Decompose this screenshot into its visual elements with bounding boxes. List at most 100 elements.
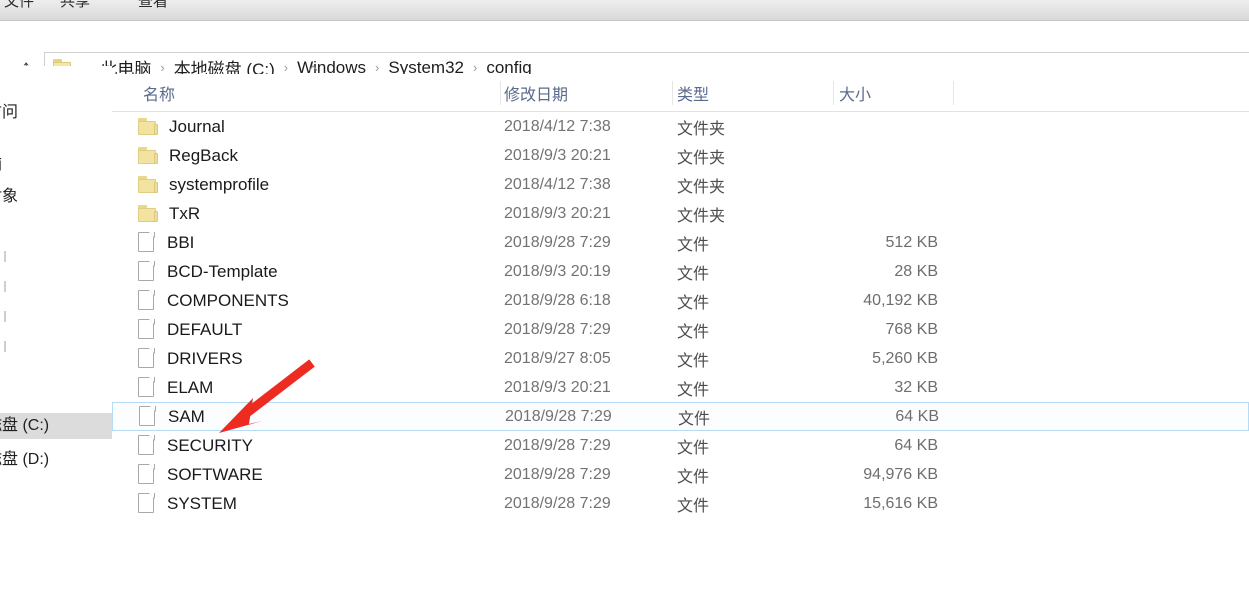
file-row[interactable]: COMPONENTS 2018/9/28 6:18 文件 40,192 KB: [112, 286, 1249, 315]
file-date-modified: 2018/9/3 20:21: [504, 146, 611, 164]
file-name-label: Journal: [169, 116, 225, 136]
file-size: 64 KB: [895, 407, 939, 425]
breadcrumb-separator: ›: [283, 60, 289, 75]
file-size: 28 KB: [894, 262, 938, 280]
file-name-label: TxR: [169, 203, 201, 223]
file-row[interactable]: DRIVERS 2018/9/27 8:05 文件 5,260 KB: [112, 344, 1249, 373]
file-name-cell: SECURITY: [138, 431, 253, 460]
file-name-cell: DRIVERS: [138, 344, 243, 373]
file-size: 64 KB: [894, 436, 938, 454]
file-icon: [138, 348, 155, 369]
file-date-modified: 2018/4/12 7:38: [504, 117, 611, 135]
sidebar-item-quick-access[interactable]: 访问: [0, 100, 18, 126]
ribbon-tab-strip: 文件 共享 查看: [0, 0, 1249, 21]
file-row[interactable]: systemprofile 2018/4/12 7:38 文件夹: [112, 170, 1249, 199]
file-icon: [138, 261, 155, 282]
file-name-label: COMPONENTS: [167, 290, 289, 310]
file-name-label: SYSTEM: [167, 493, 237, 513]
file-row[interactable]: SAM 2018/9/28 7:29 文件 64 KB: [112, 402, 1249, 431]
file-icon: [138, 435, 155, 456]
file-name-label: systemprofile: [169, 174, 270, 194]
file-type: 文件: [677, 468, 710, 486]
column-header-date-modified[interactable]: 修改日期: [504, 74, 568, 112]
file-name-label: DEFAULT: [167, 319, 243, 339]
file-name-cell: BCD-Template: [138, 257, 278, 286]
file-type: 文件: [677, 381, 710, 399]
file-icon: [139, 406, 156, 427]
file-type: 文件: [677, 352, 710, 370]
sidebar-item-this-pc[interactable]: 脑: [0, 152, 2, 178]
sidebar-item-local-disk-c[interactable]: 磁盘 (C:): [0, 413, 49, 439]
file-icon: [138, 290, 155, 311]
folder-icon: [138, 147, 158, 164]
sidebar-item-local-disk-d[interactable]: 磁盘 (D:): [0, 447, 49, 473]
file-name-label: BCD-Template: [167, 261, 278, 281]
file-type: 文件: [677, 439, 710, 457]
file-name-cell: BBI: [138, 228, 194, 257]
column-header-name[interactable]: 名称: [143, 74, 175, 112]
file-name-label: BBI: [167, 232, 195, 252]
file-date-modified: 2018/9/27 8:05: [504, 349, 611, 367]
file-date-modified: 2018/9/28 7:29: [504, 436, 611, 454]
file-size: 32 KB: [894, 378, 938, 396]
column-header-size[interactable]: 大小: [839, 74, 871, 112]
file-date-modified: 2018/9/28 7:29: [504, 320, 611, 338]
file-date-modified: 2018/9/28 7:29: [504, 494, 611, 512]
ribbon-tab-share[interactable]: 共享: [60, 0, 90, 12]
folder-icon: [138, 176, 158, 193]
navigation-pane: 访问 脑 对象 磁盘 (C:) 磁盘 (D:): [0, 66, 112, 609]
sidebar-item-3d-objects[interactable]: 对象: [0, 184, 18, 210]
column-header-row: 名称 修改日期 类型 大小: [112, 74, 1249, 112]
file-row[interactable]: SOFTWARE 2018/9/28 7:29 文件 94,976 KB: [112, 460, 1249, 489]
file-name-label: SECURITY: [167, 435, 253, 455]
file-name-cell: DEFAULT: [138, 315, 242, 344]
breadcrumb-separator: ›: [472, 60, 478, 75]
column-header-type[interactable]: 类型: [677, 74, 709, 112]
file-name-label: ELAM: [167, 377, 214, 397]
file-date-modified: 2018/9/3 20:21: [504, 204, 611, 222]
file-row[interactable]: TxR 2018/9/3 20:21 文件夹: [112, 199, 1249, 228]
file-type: 文件: [677, 497, 710, 515]
file-row[interactable]: Journal 2018/4/12 7:38 文件夹: [112, 112, 1249, 141]
file-type: 文件: [677, 265, 710, 283]
file-list[interactable]: Journal 2018/4/12 7:38 文件夹 RegBack 2018/9/3 …: [112, 112, 1249, 542]
file-row[interactable]: SECURITY 2018/9/28 7:29 文件 64 KB: [112, 431, 1249, 460]
address-bar: ↑ › 此电脑 › 本地磁盘 (C:) › Windows › System32…: [0, 22, 1249, 83]
file-size: 94,976 KB: [863, 465, 938, 483]
ribbon-tab-view[interactable]: 查看: [138, 0, 168, 12]
file-date-modified: 2018/9/3 20:19: [504, 262, 611, 280]
file-icon: [138, 493, 155, 514]
file-name-label: SAM: [168, 406, 205, 426]
file-row[interactable]: RegBack 2018/9/3 20:21 文件夹: [112, 141, 1249, 170]
file-type: 文件: [677, 294, 710, 312]
breadcrumb-separator: ›: [160, 60, 165, 75]
file-name-cell: TxR: [138, 199, 200, 228]
breadcrumb-separator: ›: [375, 60, 380, 75]
file-name-cell: Journal: [138, 112, 225, 141]
file-icon: [138, 377, 155, 398]
file-size: 5,260 KB: [872, 349, 938, 367]
ribbon-tab-file[interactable]: 文件: [4, 0, 34, 12]
file-type: 文件夹: [677, 120, 726, 138]
file-type: 文件: [678, 410, 711, 428]
file-date-modified: 2018/9/28 6:18: [504, 291, 611, 309]
file-type: 文件: [677, 323, 710, 341]
file-size: 512 KB: [885, 233, 938, 251]
file-row[interactable]: ELAM 2018/9/3 20:21 文件 32 KB: [112, 373, 1249, 402]
file-name-cell: systemprofile: [138, 170, 269, 199]
file-name-cell: RegBack: [138, 141, 238, 170]
file-type: 文件夹: [677, 178, 726, 196]
file-name-cell: ELAM: [138, 373, 213, 402]
folder-icon: [138, 205, 158, 222]
file-date-modified: 2018/9/28 7:29: [504, 233, 611, 251]
file-size: 40,192 KB: [863, 291, 938, 309]
file-date-modified: 2018/4/12 7:38: [504, 175, 611, 193]
folder-icon: [138, 118, 158, 135]
file-name-cell: SAM: [139, 402, 205, 431]
file-row[interactable]: SYSTEM 2018/9/28 7:29 文件 15,616 KB: [112, 489, 1249, 518]
file-type: 文件: [677, 236, 710, 254]
file-date-modified: 2018/9/28 7:29: [504, 465, 611, 483]
file-row[interactable]: DEFAULT 2018/9/28 7:29 文件 768 KB: [112, 315, 1249, 344]
file-row[interactable]: BCD-Template 2018/9/3 20:19 文件 28 KB: [112, 257, 1249, 286]
file-row[interactable]: BBI 2018/9/28 7:29 文件 512 KB: [112, 228, 1249, 257]
